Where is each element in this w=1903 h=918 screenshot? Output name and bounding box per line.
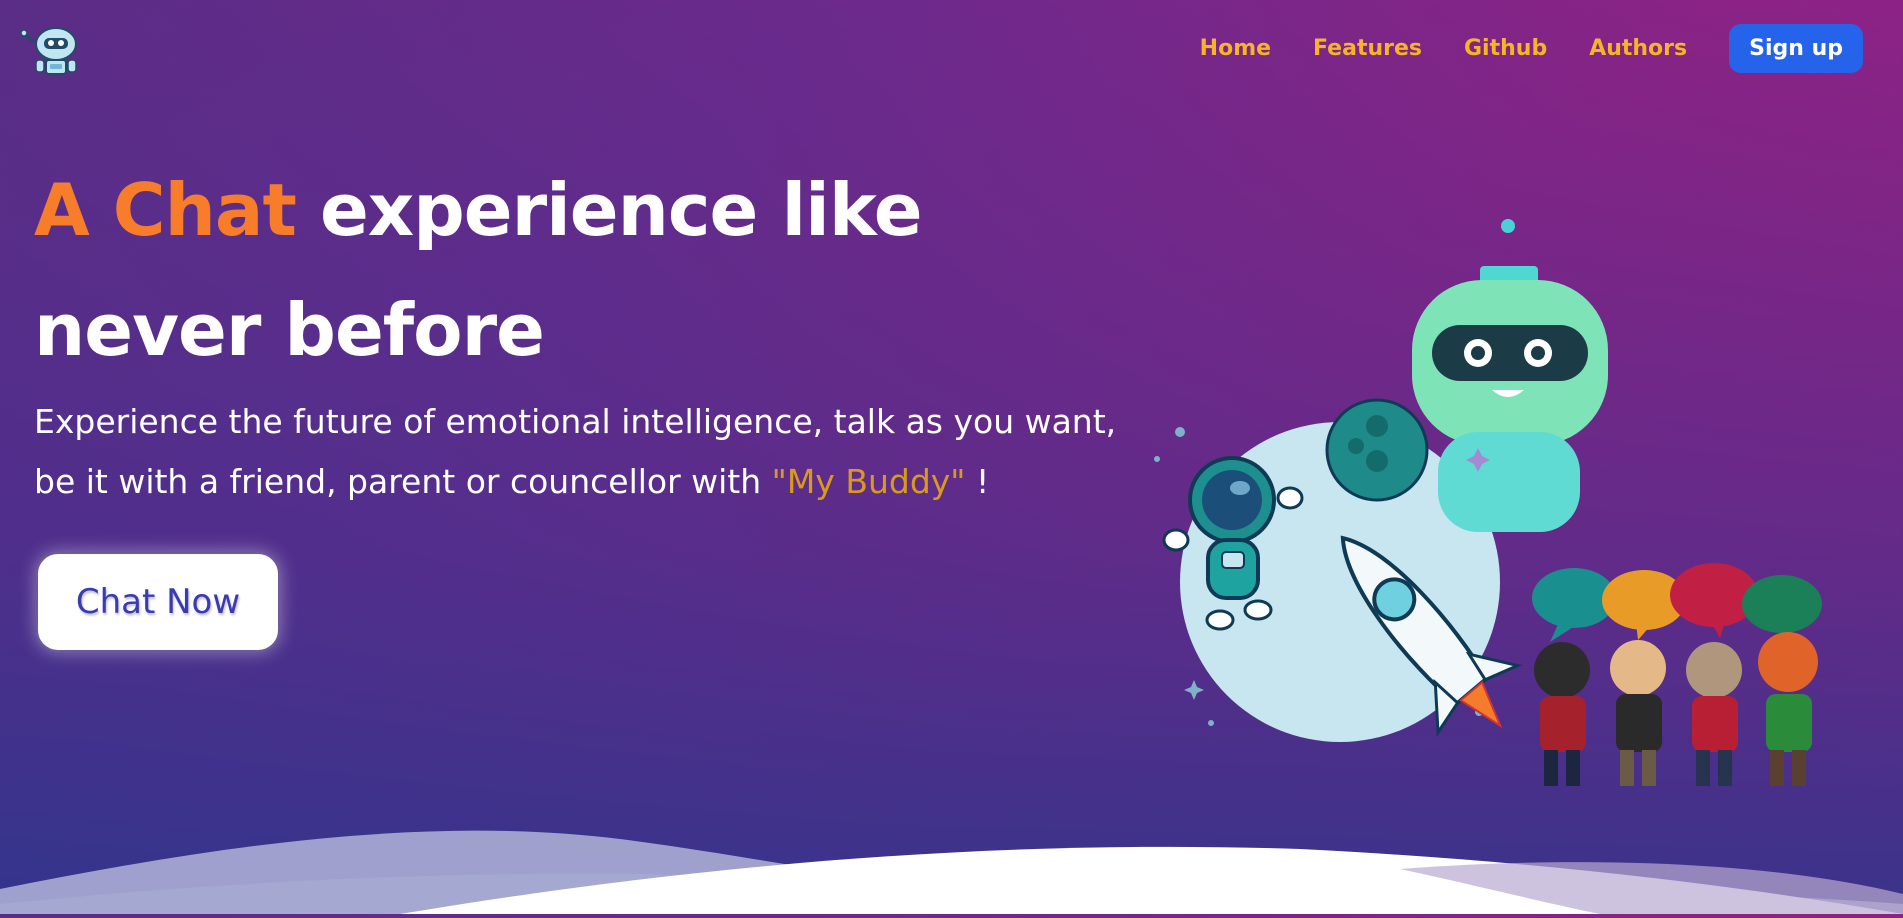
nav-link-features[interactable]: Features bbox=[1313, 36, 1422, 61]
nav-link-github[interactable]: Github bbox=[1464, 36, 1547, 61]
nav-link-home[interactable]: Home bbox=[1200, 36, 1271, 61]
hero-subtext: Experience the future of emotional intel… bbox=[34, 392, 1134, 512]
subtext-highlight: "My Buddy" bbox=[771, 462, 966, 501]
nav-links: Home Features Github Authors Sign up bbox=[1200, 24, 1863, 73]
hero-illustration bbox=[1140, 210, 1860, 790]
speech-bubbles-icon bbox=[1532, 563, 1822, 644]
signup-button[interactable]: Sign up bbox=[1729, 24, 1863, 73]
headline-accent: A Chat bbox=[34, 168, 297, 252]
nav-link-authors[interactable]: Authors bbox=[1589, 36, 1687, 61]
hero-headline: A Chat experience like never before bbox=[34, 150, 1084, 390]
planet-icon bbox=[1325, 398, 1429, 502]
people-figures-icon bbox=[1534, 632, 1818, 786]
chat-now-button[interactable]: Chat Now bbox=[36, 552, 280, 652]
robot-logo-icon[interactable] bbox=[20, 22, 92, 80]
subtext-end: ! bbox=[965, 462, 990, 501]
bottom-waves bbox=[0, 804, 1903, 914]
robot-icon bbox=[1412, 219, 1608, 532]
navbar: Home Features Github Authors Sign up bbox=[0, 0, 1903, 100]
